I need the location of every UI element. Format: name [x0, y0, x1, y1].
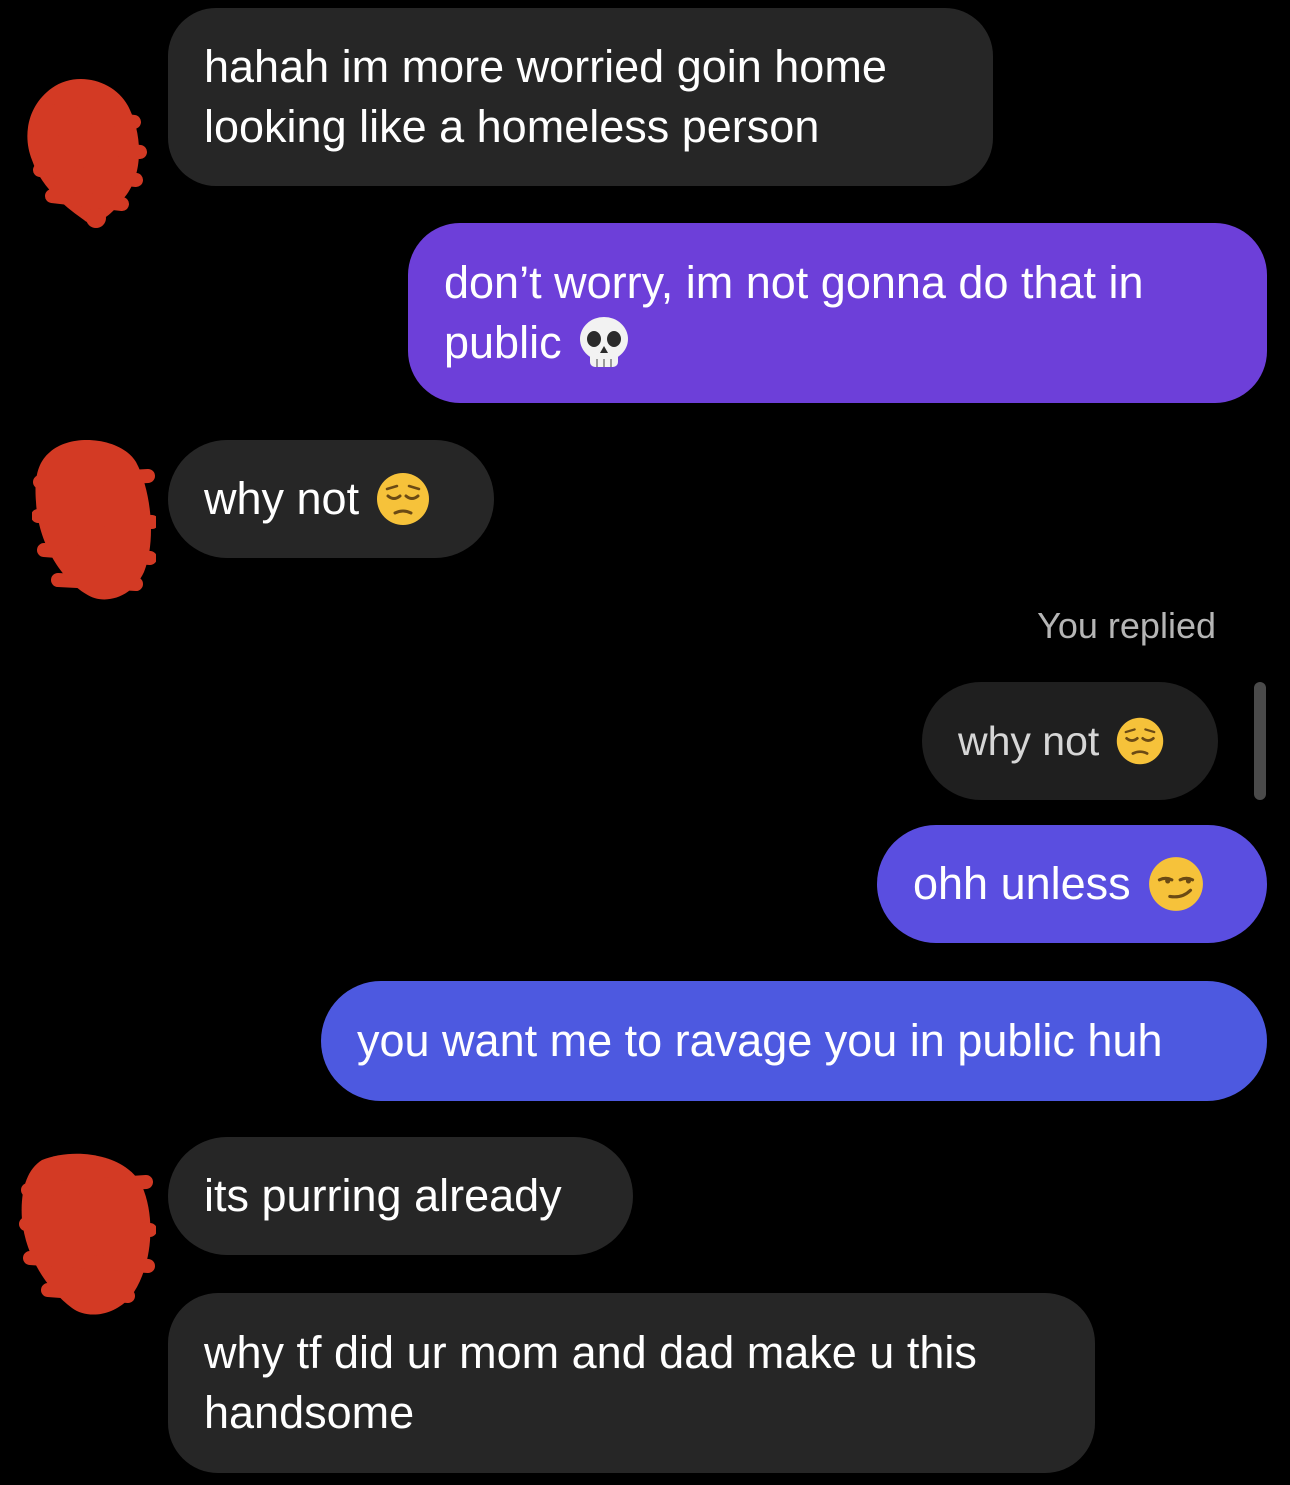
message-text: why not [204, 473, 360, 524]
message-text-line: don’t worry, im not gonna do that in [444, 257, 1144, 308]
incoming-message-bubble[interactable]: its purring already [168, 1137, 633, 1255]
quoted-text: why not [958, 718, 1100, 764]
pensive-face-emoji-icon [377, 473, 430, 525]
redacted-avatar-scribble [27, 79, 147, 228]
message-text-line-with-emoji: public [444, 313, 630, 373]
message-text: public [444, 317, 562, 368]
pensive-face-emoji-icon [1117, 717, 1164, 765]
message-text-line: handsome [204, 1387, 415, 1438]
redacted-avatar-scribble [19, 1153, 157, 1315]
outgoing-message-bubble[interactable]: ohh unless [877, 825, 1267, 943]
redacted-avatar-scribble [31, 439, 159, 600]
message-text-line: hahah im more worried goin home [204, 41, 887, 92]
message-text-line: why tf did ur mom and dad make u this [204, 1327, 977, 1378]
message-text: you want me to ravage you in public huh [357, 1015, 1163, 1066]
message-text-line: looking like a homeless person [204, 101, 820, 152]
message-text: its purring already [204, 1170, 562, 1221]
incoming-message-bubble[interactable]: why tf did ur mom and dad make u this ha… [168, 1293, 1095, 1473]
quoted-reply-bubble[interactable]: why not [922, 682, 1218, 800]
outgoing-message-bubble[interactable]: you want me to ravage you in public huh [321, 981, 1267, 1101]
message-text: ohh unless [913, 858, 1131, 909]
avatar[interactable] [18, 1146, 157, 1318]
reply-indicator-bar [1254, 682, 1266, 800]
outgoing-message-bubble[interactable]: don’t worry, im not gonna do that in pub… [408, 223, 1267, 403]
smirking-face-emoji-icon [1148, 857, 1203, 911]
incoming-message-bubble[interactable]: hahah im more worried goin home looking … [168, 8, 993, 186]
avatar[interactable] [22, 70, 150, 230]
reply-label: You replied [1037, 605, 1216, 646]
incoming-message-bubble[interactable]: why not [168, 440, 494, 558]
avatar[interactable] [31, 432, 159, 604]
skull-emoji-icon [579, 317, 628, 367]
